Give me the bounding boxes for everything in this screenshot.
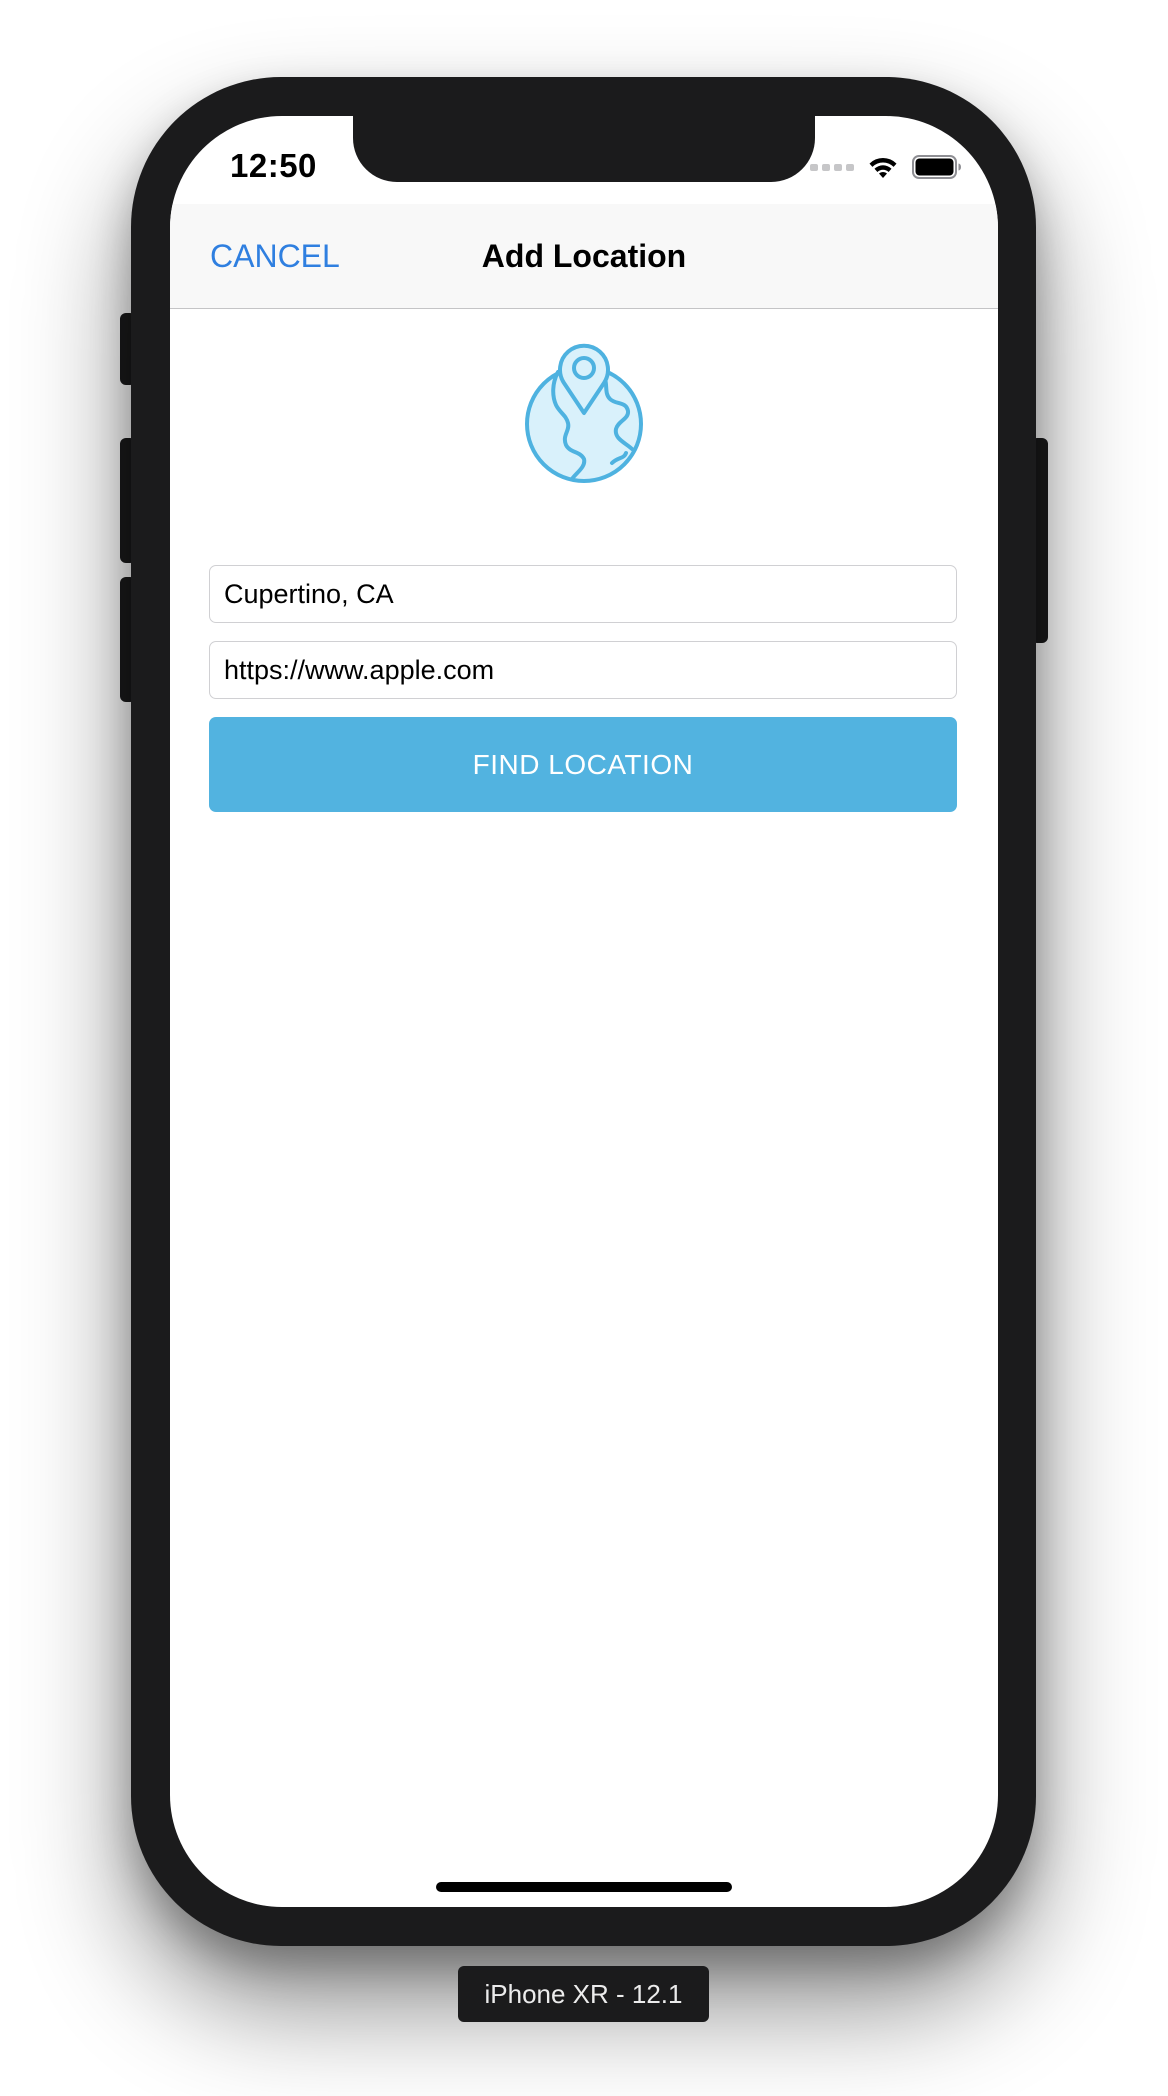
camera-notch <box>353 116 815 182</box>
signal-dots-icon <box>810 163 854 171</box>
url-input[interactable] <box>209 641 957 699</box>
device-screen: 12:50 Add Location CANCEL Cupertino, CA … <box>170 116 998 1907</box>
wifi-icon <box>869 157 897 178</box>
simulator-stage: 12:50 Add Location CANCEL Cupertino, CA … <box>0 0 1168 2096</box>
globe-location-pin-icon <box>525 343 643 483</box>
find-location-button[interactable]: FIND LOCATION <box>209 717 957 812</box>
battery-icon <box>912 155 961 179</box>
simulator-device-label: iPhone XR - 12.1 <box>458 1966 709 2022</box>
status-time: 12:50 <box>230 147 317 184</box>
home-indicator[interactable] <box>436 1882 732 1892</box>
cancel-button[interactable]: CANCEL <box>210 204 340 308</box>
status-icons <box>810 152 962 182</box>
navigation-bar: Add Location CANCEL <box>170 204 998 309</box>
location-input[interactable] <box>209 565 957 623</box>
